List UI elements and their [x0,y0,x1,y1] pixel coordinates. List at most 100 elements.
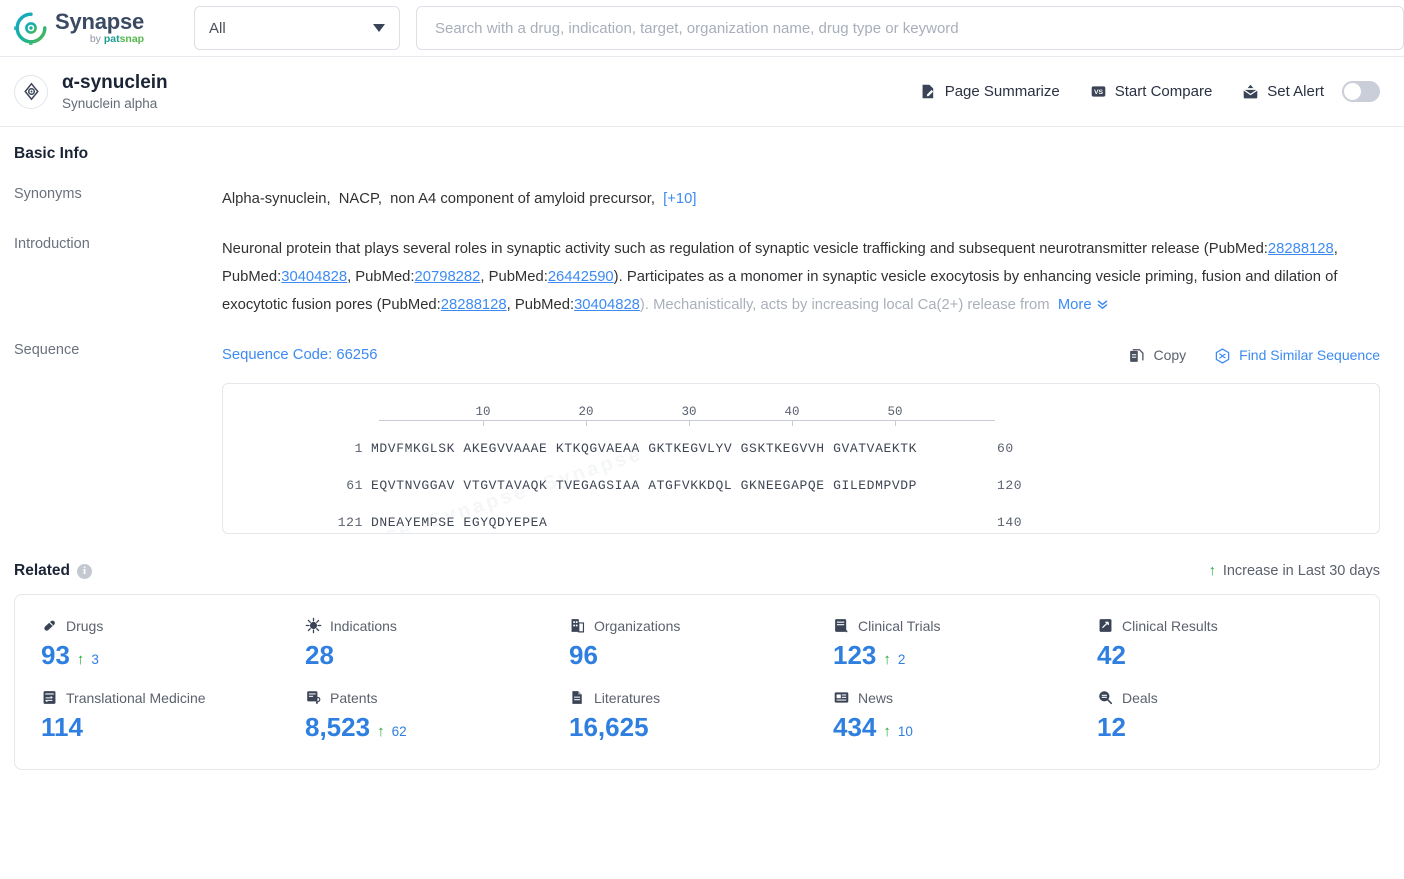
stat-label: Organizations [594,617,681,634]
stat-value: 114 [41,712,83,742]
pubmed-link[interactable]: 26442590 [548,269,614,285]
synonyms-value: Alpha-synuclein, NACP, non A4 component … [222,185,1380,213]
chevron-double-down-icon [1096,293,1109,321]
stat-delta: 3 [91,652,99,667]
entity-actions: Page Summarize VS Start Compare Set Aler… [920,81,1380,102]
synonyms-more-link[interactable]: [+10] [663,191,696,207]
page-summarize-button[interactable]: Page Summarize [920,83,1060,100]
stat-delta: 62 [391,724,407,739]
sequence-start-index: 121 [337,515,363,530]
entity-header: α-synuclein Synuclein alpha Page Summari… [0,57,1404,127]
introduction-label: Introduction [14,236,90,252]
ruler-tick [586,420,587,426]
stat-value: 16,625 [569,712,649,742]
stat-label: Clinical Trials [858,617,941,634]
sequence-start-index: 1 [354,441,363,456]
intro-part: Neuronal protein that plays several role… [222,241,1268,257]
sequence-card: Synapse Synapse Synapse Synapse Synapse … [222,383,1380,534]
literature-icon [569,689,586,706]
increase-legend-label: Increase in Last 30 days [1222,563,1380,579]
stat-label: Patents [330,689,378,706]
set-alert-label: Set Alert [1267,83,1324,100]
sequence-end-index: 60 [997,441,1014,456]
search-field-wrapper[interactable] [416,6,1404,50]
stat-clinical-results[interactable]: Clinical Results 42 [1093,617,1357,671]
stat-delta: 2 [897,652,906,667]
target-entity-icon [14,74,48,109]
stat-deals[interactable]: Deals 12 [1093,689,1357,743]
sequence-code-link[interactable]: Sequence Code: 66256 [222,341,378,369]
sequence-residues: MDVFMKGLSK AKEGVVAAAE KTKQGVAEAA GKTKEGV… [371,441,918,456]
up-arrow-icon: ↑ [1208,563,1216,579]
virus-icon [305,617,322,634]
info-icon[interactable]: i [77,563,92,579]
stat-delta: 10 [897,724,913,739]
ruler-tick [483,420,484,426]
copy-sequence-button[interactable]: Copy [1128,341,1186,369]
pubmed-link[interactable]: 20798282 [415,269,481,285]
svg-text:VS: VS [1094,89,1104,96]
entity-subtitle: Synuclein alpha [62,95,158,111]
sequence-residues: DNEAYEMPSE EGYQDYEPEA [371,515,548,530]
search-scope-select[interactable]: All [194,6,400,50]
introduction-more-button[interactable]: More [1058,297,1109,313]
stat-value: 123 [833,640,877,670]
stat-value: 42 [1097,640,1126,670]
sequence-toolbar: Sequence Code: 66256 Copy Find Similar S… [222,341,1380,369]
sequence-ruler: 10 20 30 40 50 [379,398,995,426]
sequence-row: Sequence Sequence Code: 66256 Copy Find … [14,341,1380,534]
clinical-result-icon [1097,617,1114,634]
stat-translational-medicine[interactable]: Translational Medicine 114 [37,689,301,743]
ruler-tick [895,420,896,426]
sequence-line: 1 MDVFMKGLSK AKEGVVAAAE KTKQGVAEAA GKTKE… [223,435,1379,463]
sequence-start-index: 61 [346,478,363,493]
ruler-tick [792,420,793,426]
stat-value: 434 [833,712,877,742]
stat-drugs[interactable]: Drugs 93 ↑ 3 [37,617,301,671]
intro-part: , PubMed: [347,269,415,285]
translational-medicine-icon [41,689,58,706]
stat-news[interactable]: News 434 ↑ 10 [829,689,1093,743]
sequence-content: 10 20 30 40 50 1 MDVFMKGLSK AKEGVVAAAE K… [223,384,1379,533]
stat-value: 96 [569,640,598,670]
set-alert-toggle[interactable] [1342,81,1380,102]
search-input[interactable] [433,18,1387,38]
synonym-item: non A4 component of amyloid precursor, [390,191,656,207]
stat-literatures[interactable]: Literatures 16,625 [565,689,829,743]
pill-icon [41,617,58,634]
news-icon [833,689,850,706]
stat-label: News [858,689,894,706]
synonym-item: NACP, [338,191,383,207]
copy-icon [1128,347,1145,364]
set-alert-control[interactable]: Set Alert [1242,81,1380,102]
stat-patents[interactable]: Patents 8,523 ↑ 62 [301,689,565,743]
stat-indications[interactable]: Indications 28 [301,617,565,671]
sequence-line: 121 DNEAYEMPSE EGYQDYEPEA 140 [223,509,1379,533]
logo-wordmark: Synapse [55,9,145,35]
up-arrow-icon: ↑ [883,651,891,668]
alert-mail-icon [1242,83,1259,100]
sequence-end-index: 120 [997,478,1023,493]
stat-label: Deals [1122,689,1158,706]
logo-tagline: by patsnap [89,33,145,46]
app-logo[interactable]: Synapse by patsnap [1,9,192,58]
stat-value: 8,523 [305,712,371,742]
stat-label: Clinical Results [1122,617,1218,634]
pubmed-link[interactable]: 30404828 [574,297,640,313]
chevron-down-icon [373,24,385,32]
find-similar-sequence-button[interactable]: Find Similar Sequence [1214,341,1380,369]
stat-clinical-trials[interactable]: Clinical Trials 123 ↑ 2 [829,617,1093,671]
find-similar-sequence-icon [1214,347,1231,364]
stat-organizations[interactable]: Organizations 96 [565,617,829,671]
pubmed-link[interactable]: 28288128 [1268,241,1334,257]
pubmed-link[interactable]: 30404828 [281,269,347,285]
intro-part: , PubMed: [480,269,548,285]
deals-icon [1097,689,1114,706]
introduction-text: Neuronal protein that plays several role… [222,235,1380,319]
stat-value: 93 [41,640,70,670]
start-compare-button[interactable]: VS Start Compare [1090,83,1212,100]
top-search-bar: Synapse by patsnap All [0,0,1404,58]
ruler-tick [689,420,690,426]
stat-value: 28 [305,640,334,670]
pubmed-link[interactable]: 28288128 [441,297,507,313]
